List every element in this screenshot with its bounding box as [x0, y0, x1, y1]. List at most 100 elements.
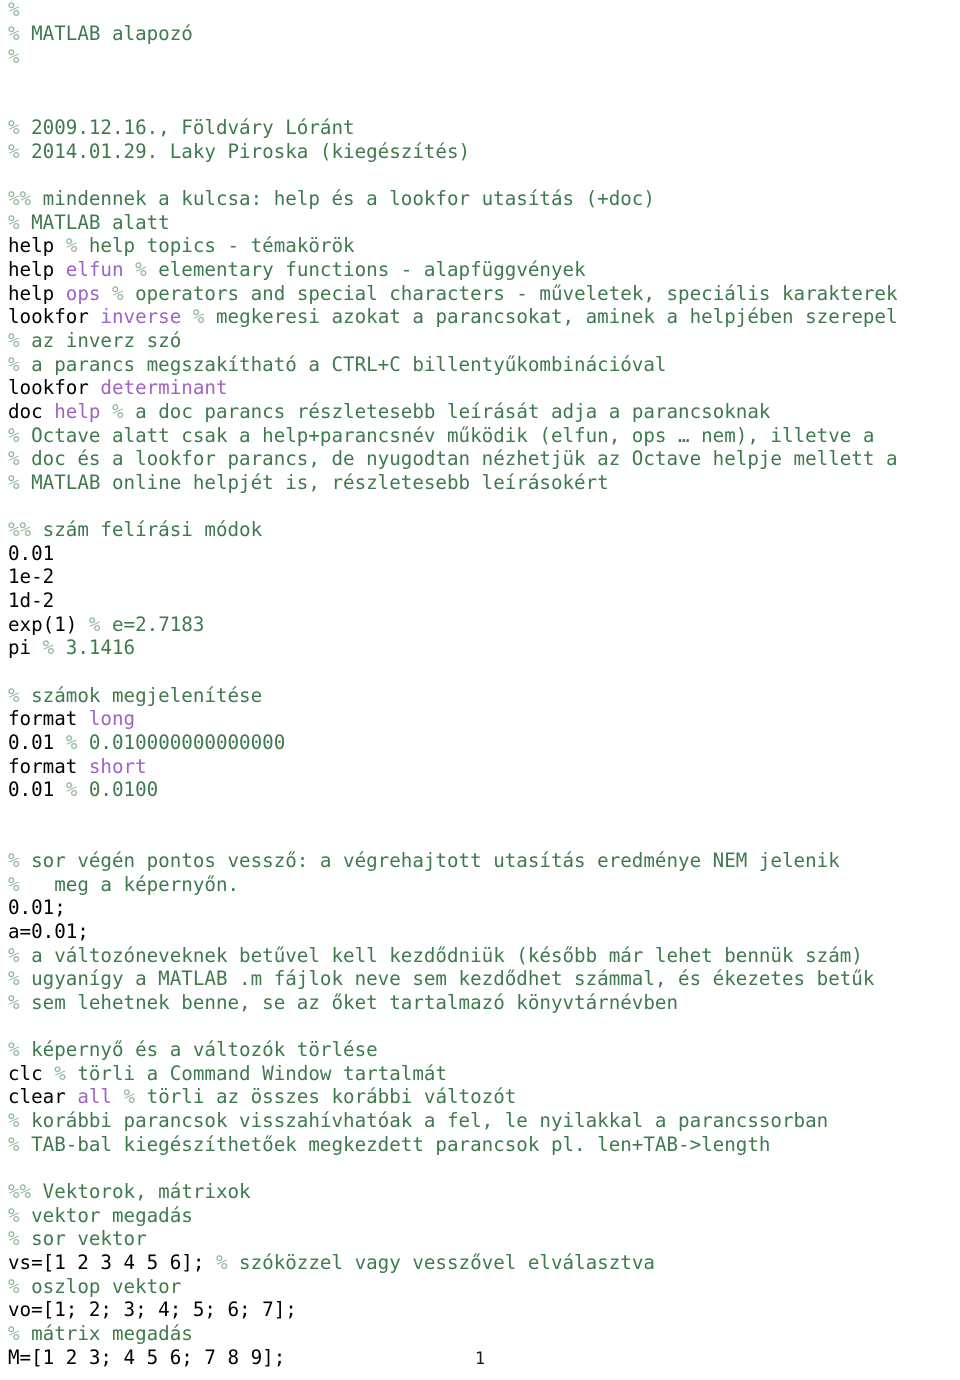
comment-percent-glyph: %	[8, 943, 20, 967]
code-text: clear	[8, 1085, 78, 1109]
code-line: % képernyő és a változók törlése	[8, 1038, 956, 1062]
code-line: % 2014.01.29. Laky Piroska (kiegészítés)	[8, 140, 956, 164]
code-text: 0.01	[8, 730, 66, 754]
code-text: doc	[8, 399, 55, 423]
code-text: clc	[8, 1061, 55, 1085]
code-line: vo=[1; 2; 3; 4; 5; 6; 7];	[8, 1298, 956, 1322]
code-line: % sem lehetnek benne, se az őket tartalm…	[8, 991, 956, 1015]
comment-percent-glyph: %	[112, 399, 124, 423]
comment-text: 0.0100	[77, 778, 159, 802]
code-line: %% szám felírási módok	[8, 518, 956, 542]
comment-percent-glyph: %	[42, 636, 55, 660]
code-line: help ops % operators and special charact…	[8, 282, 956, 306]
comment-percent-glyph: %	[8, 872, 20, 896]
code-text: pi	[8, 636, 43, 660]
document-page: %% MATLAB alapozó% % 2009.12.16., Földvá…	[0, 0, 960, 1380]
comment-percent-glyph: %%	[8, 187, 32, 211]
comment-text: MATLAB online helpjét is, részletesebb l…	[19, 470, 609, 494]
comment-text: 2014.01.29. Laky Piroska (kiegészítés)	[19, 139, 471, 163]
code-line: 0.01 % 0.0100	[8, 778, 956, 802]
comment-percent-glyph: %	[8, 967, 20, 991]
comment-percent-glyph: %	[8, 139, 20, 163]
comment-percent-glyph: %%	[8, 518, 32, 542]
code-line: %	[8, 45, 956, 69]
code-line: vs=[1 2 3 4 5 6]; % szóközzel vagy vessz…	[8, 1251, 956, 1275]
comment-text: 0.010000000000000	[77, 730, 286, 754]
code-argument: help	[54, 399, 101, 423]
code-line: lookfor determinant	[8, 376, 956, 400]
comment-text: MATLAB alapozó	[19, 21, 193, 45]
comment-text: Octave alatt csak a help+parancsnév műkö…	[19, 423, 875, 447]
comment-text: ugyanígy a MATLAB .m fájlok neve sem kez…	[19, 967, 875, 991]
comment-text: mátrix megadás	[19, 1321, 193, 1345]
code-argument: all	[77, 1085, 112, 1109]
comment-text: MATLAB alatt	[19, 210, 170, 234]
comment-percent-glyph: %	[8, 683, 20, 707]
code-line: format short	[8, 755, 956, 779]
code-line: % meg a képernyőn.	[8, 873, 956, 897]
comment-text: a parancs megszakítható a CTRL+C billent…	[19, 352, 667, 376]
comment-percent-glyph: %	[8, 447, 20, 471]
comment-percent-glyph: %	[135, 258, 147, 282]
code-line: 1e-2	[8, 565, 956, 589]
comment-text: számok megjelenítése	[19, 683, 263, 707]
code-argument: long	[88, 707, 136, 731]
code-line: 1d-2	[8, 589, 956, 613]
code-line: % MATLAB alapozó	[8, 22, 956, 46]
code-line: 0.01;	[8, 896, 956, 920]
code-line: % doc és a lookfor parancs, de nyugodtan…	[8, 447, 956, 471]
comment-percent-glyph: %	[8, 470, 20, 494]
code-argument: elfun	[65, 258, 124, 282]
code-text: 1e-2	[8, 565, 55, 589]
code-line: doc help % a doc parancs részletesebb le…	[8, 400, 956, 424]
code-line: % az inverz szó	[8, 329, 956, 353]
code-line: 0.01 % 0.010000000000000	[8, 731, 956, 755]
comment-text: help topics - témakörök	[77, 234, 355, 258]
code-line: % TAB-bal kiegészíthetőek megkezdett par…	[8, 1133, 956, 1157]
comment-text: az inverz szó	[19, 328, 182, 352]
code-line: % a parancs megszakítható a CTRL+C bille…	[8, 353, 956, 377]
comment-percent-glyph: %	[8, 423, 20, 447]
page-number: 1	[474, 1349, 486, 1369]
comment-text: szóközzel vagy vesszővel elválasztva	[227, 1250, 655, 1274]
code-line: % MATLAB online helpjét is, részletesebb…	[8, 471, 956, 495]
comment-text: korábbi parancsok visszahívhatóak a fel,…	[19, 1109, 829, 1133]
code-line: % korábbi parancsok visszahívhatóak a fe…	[8, 1109, 956, 1133]
code-line: exp(1) % e=2.7183	[8, 613, 956, 637]
comment-percent-glyph: %	[8, 849, 20, 873]
comment-percent-glyph: %	[8, 352, 20, 376]
code-argument: short	[88, 754, 147, 778]
code-line: % sor végén pontos vessző: a végrehajtot…	[8, 849, 956, 873]
code-line: %	[8, 0, 956, 22]
comment-text: a doc parancs részletesebb leírását adja…	[123, 399, 771, 423]
code-line: clc % törli a Command Window tartalmát	[8, 1062, 956, 1086]
code-line: help elfun % elementary functions - alap…	[8, 258, 956, 282]
comment-text: e=2.7183	[100, 612, 205, 636]
comment-percent-glyph: %	[8, 1109, 20, 1133]
comment-percent-glyph: %	[8, 1274, 20, 1298]
code-line: %% Vektorok, mátrixok	[8, 1180, 956, 1204]
comment-percent-glyph: %	[8, 1038, 20, 1062]
comment-percent-glyph: %	[215, 1250, 228, 1274]
code-text: help	[8, 281, 66, 305]
code-line: % vektor megadás	[8, 1204, 956, 1228]
comment-text: TAB-bal kiegészíthetőek megkezdett paran…	[19, 1132, 771, 1156]
comment-text: elementary functions - alapfüggvények	[146, 258, 586, 282]
code-line: % mátrix megadás	[8, 1322, 956, 1346]
code-text: a=0.01;	[8, 919, 89, 943]
code-text: format	[8, 707, 89, 731]
comment-text: vektor megadás	[19, 1203, 193, 1227]
code-argument: ops	[65, 281, 101, 305]
code-line: % sor vektor	[8, 1227, 956, 1251]
comment-percent-glyph: %	[65, 234, 78, 258]
